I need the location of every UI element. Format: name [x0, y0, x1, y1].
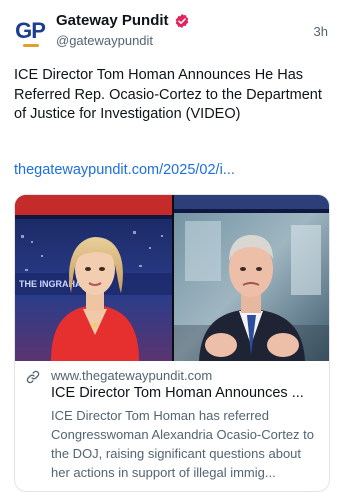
author-handle[interactable]: @gatewaypundit — [56, 33, 153, 48]
author-name-row[interactable]: Gateway Pundit — [56, 12, 190, 29]
post-link[interactable]: thegatewaypundit.com/2025/02/i... — [14, 162, 235, 178]
post-timestamp[interactable]: 3h — [314, 24, 328, 39]
post-text: ICE Director Tom Homan Announces He Has … — [14, 67, 322, 122]
post[interactable]: GP Gateway Pundit @gatewaypundit 3h ICE … — [0, 0, 342, 500]
card-title[interactable]: ICE Director Tom Homan Announces ... — [51, 385, 321, 401]
link-preview-card[interactable]: THE INGRAHAM www.thegatewaypundit.com IC… — [14, 194, 330, 492]
card-domain: www.thegatewaypundit.com — [51, 368, 213, 383]
display-name[interactable]: Gateway Pundit — [56, 12, 169, 29]
link-preview-details[interactable]: www.thegatewaypundit.com ICE Director To… — [15, 361, 329, 491]
link-chain-icon — [26, 370, 40, 384]
avatar[interactable]: GP — [12, 14, 48, 50]
card-description: ICE Director Tom Homan has referred Cong… — [51, 408, 315, 480]
avatar-logo-text: GP — [15, 18, 46, 43]
avatar-logo-swoosh — [23, 44, 39, 47]
verified-badge-icon — [175, 13, 188, 28]
link-preview-image[interactable]: THE INGRAHAM — [15, 195, 329, 361]
